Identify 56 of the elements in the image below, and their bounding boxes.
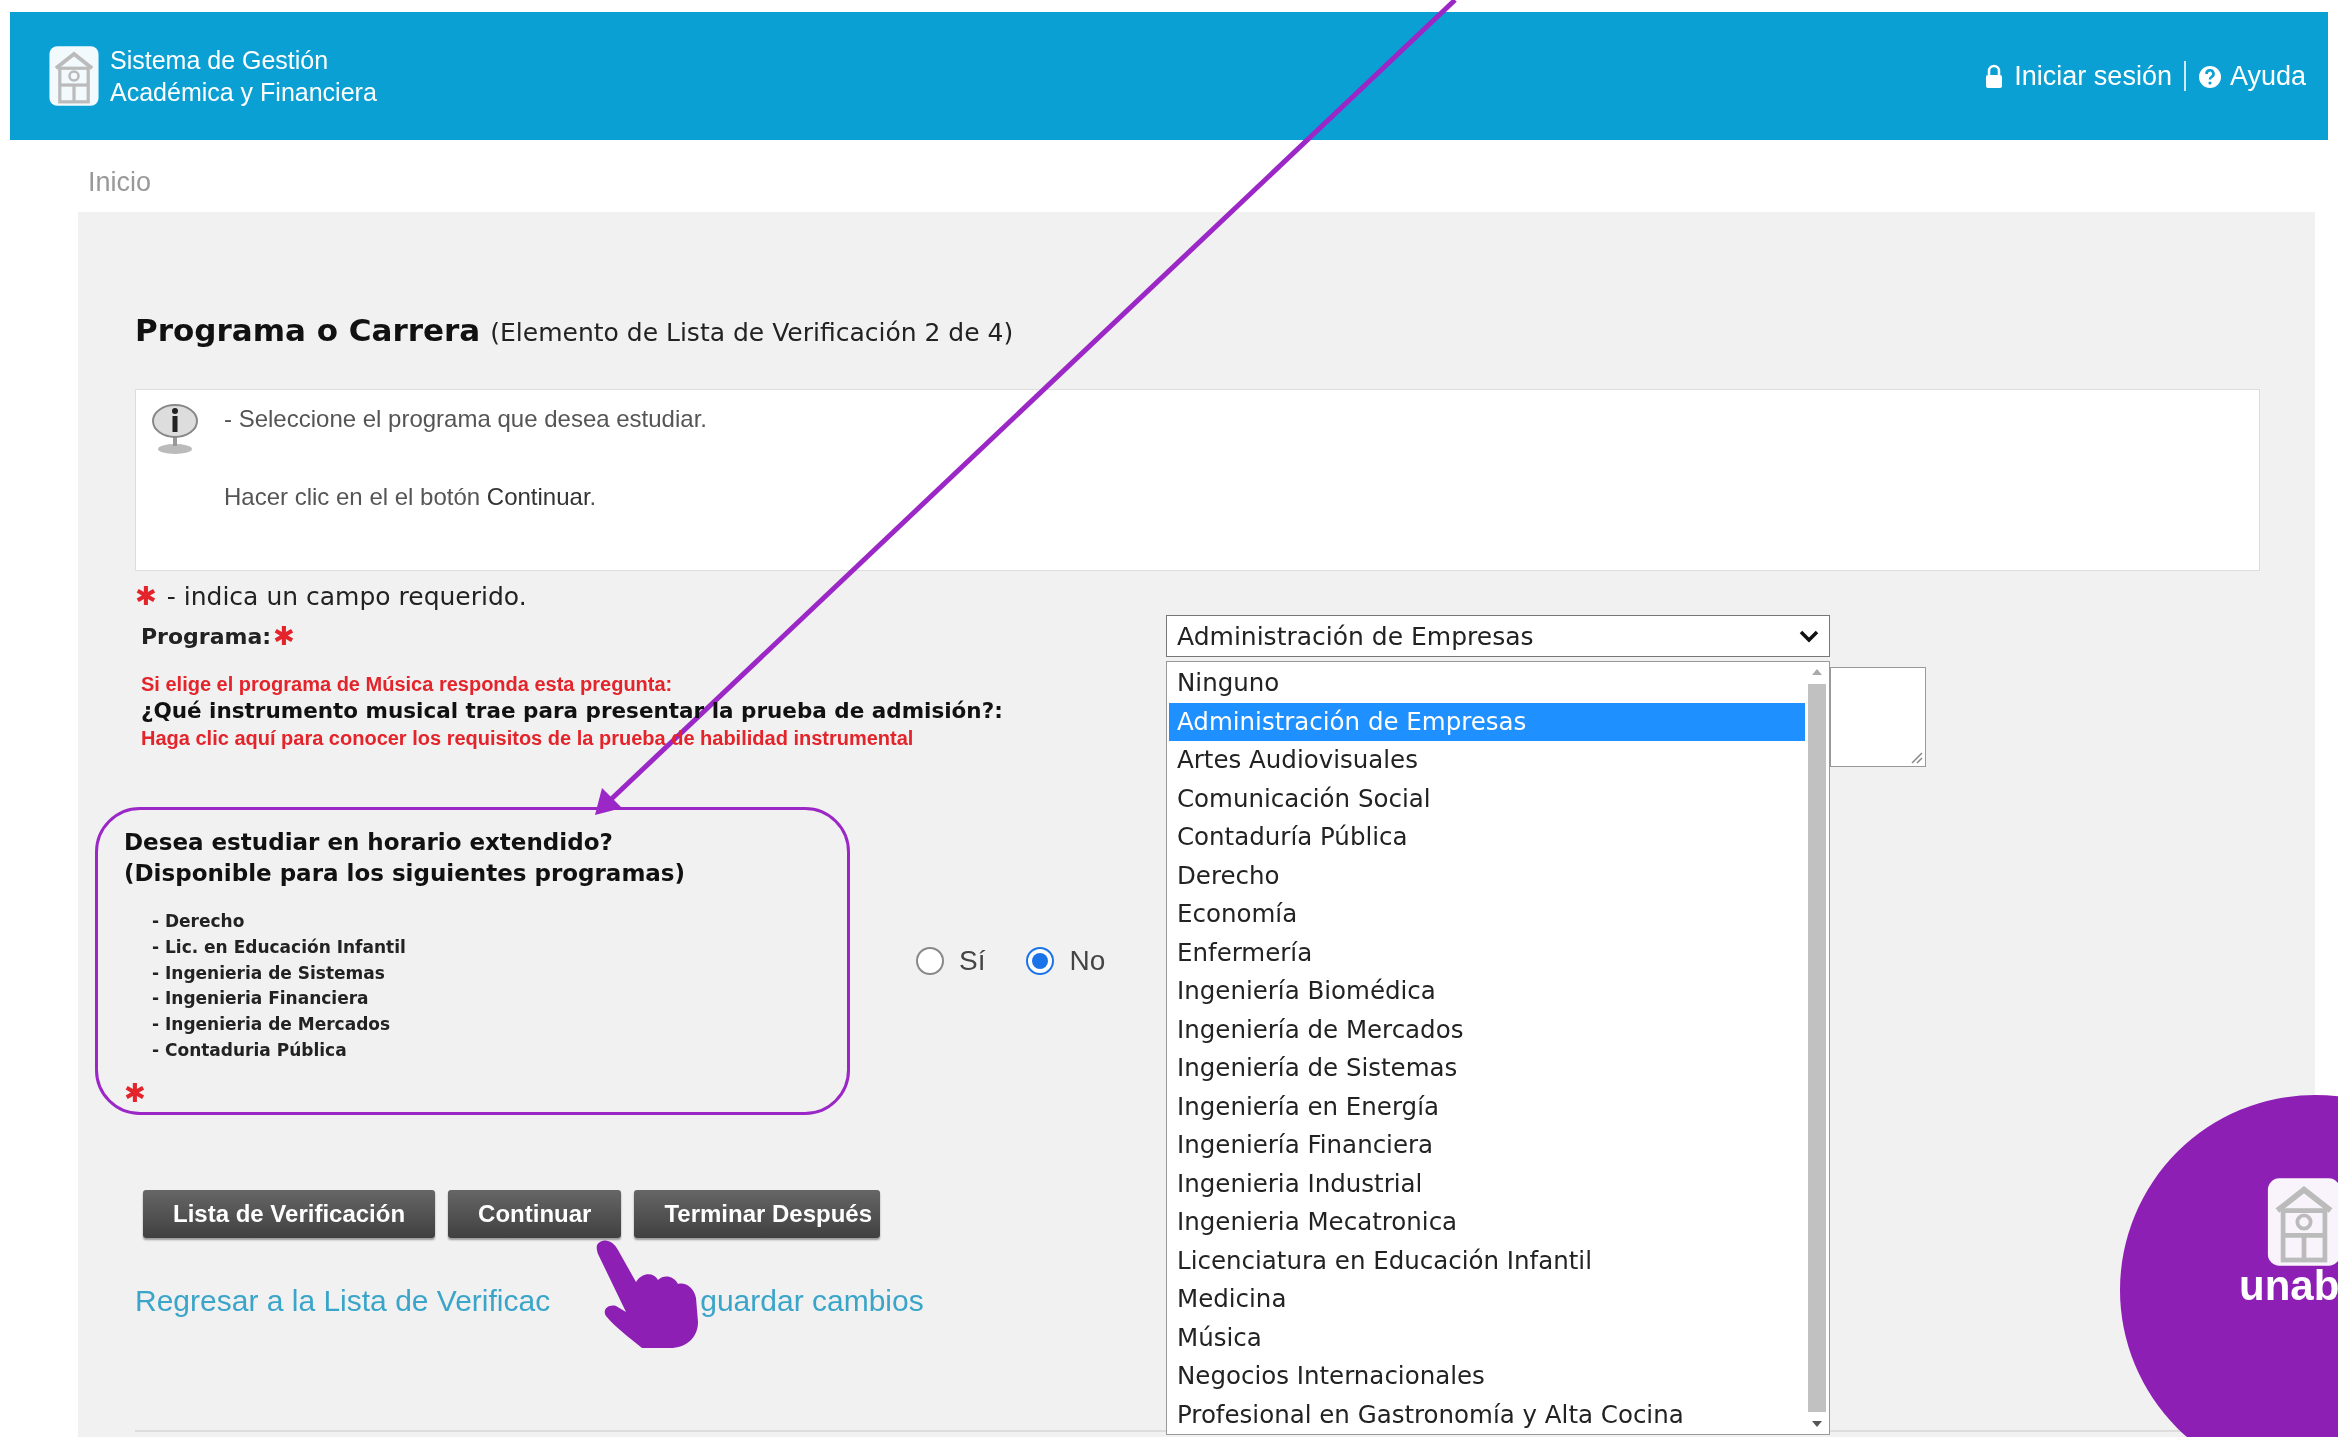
building-logo-icon [48,45,100,107]
field-label: Programa: [141,623,272,649]
required-mark: ✱ [273,621,295,651]
program-list-item: - Lic. en Educación Infantil [152,935,407,959]
dropdown-option[interactable]: Música [1169,1318,1805,1357]
site-title: Sistema de Gestión Académica y Financiera [110,45,377,108]
form-button[interactable]: Terminar Después [634,1190,881,1238]
question-label: (Disponible para los siguientes programas) [124,859,687,888]
dropdown-option[interactable]: Ingeniería Financiera [1169,1126,1805,1165]
form-button[interactable]: Lista de Verificación [143,1190,436,1238]
dropdown-option[interactable]: Contaduría Pública [1169,818,1805,857]
chevron-down-icon [1799,629,1819,643]
info-icon [150,402,200,456]
music-note: Si elige el programa de Música responda esta pregunta: [141,672,674,697]
required-mark: ✱ [124,1077,146,1108]
program-list-item: - Derecho [152,910,246,933]
dropdown-option[interactable]: Ingeniería Biomédica [1169,972,1805,1011]
required-mark: ✱ [135,581,157,611]
dropdown-option[interactable]: Ingenieria Mecatronica [1169,1203,1805,1242]
radio-button[interactable] [1025,946,1056,976]
page-subtitle: (Elemento de Lista de Verificación 2 de 4) [490,318,1014,347]
form-button[interactable]: Continuar [448,1190,622,1238]
dropdown-option[interactable]: Negocios Internacionales [1169,1357,1805,1396]
dropdown-option[interactable]: Economía [1169,895,1805,934]
resize-grip-icon [1909,750,1923,764]
radio-label: Sí [959,945,986,977]
answer-box[interactable] [1830,667,1926,767]
dropdown-option[interactable]: Ingenieria Industrial [1169,1164,1805,1203]
program-list-item: - Ingenieria Financiera [152,987,370,1011]
program-list-item: - Contaduria Pública [152,1039,348,1062]
dropdown-option[interactable]: Profesional en Gastronomía y Alta Cocina [1169,1395,1805,1434]
dropdown-option[interactable]: Derecho [1169,856,1805,895]
dropdown-option[interactable]: Comunicación Social [1169,779,1805,818]
scroll-down-icon[interactable] [1811,1420,1823,1428]
program-select[interactable]: Administración de Empresas [1166,615,1830,657]
program-list-item: - Ingenieria de Mercados [152,1013,392,1037]
dropdown-option[interactable]: Ingeniería de Sistemas [1169,1049,1805,1088]
dropdown-option[interactable]: Ninguno [1169,664,1805,703]
radio-button[interactable] [915,946,945,976]
help-icon [2197,63,2222,89]
info-text: Hacer clic en el el botón Continuar. [224,482,598,512]
dropdown-option[interactable]: Licenciatura en Educación Infantil [1169,1241,1805,1280]
dropdown-option[interactable]: Enfermería [1169,933,1805,972]
required-note: - indica un campo requerido. [166,581,527,611]
page-title: Programa o Carrera [135,312,481,348]
info-text: - Seleccione el programa que desea estudiar. [224,404,708,434]
dropdown-option[interactable]: Medicina [1169,1280,1805,1319]
dropdown-option[interactable]: Ingeniería de Mercados [1169,1010,1805,1049]
program-list-item: - Ingenieria de Sistemas [152,961,386,985]
radio-label: No [1069,945,1106,977]
badge-text: unab [2239,1262,2338,1310]
question-label: ¿Qué instrumento musical trae para presentar la prueba de admisión?: [141,697,1004,725]
scroll-up-icon[interactable] [1811,668,1823,676]
question-label: Desea estudiar en horario extendido? [124,828,614,857]
dropdown-option[interactable]: Artes Audiovisuales [1169,741,1805,780]
dropdown-option[interactable]: Ingeniería en Energía [1169,1087,1805,1126]
